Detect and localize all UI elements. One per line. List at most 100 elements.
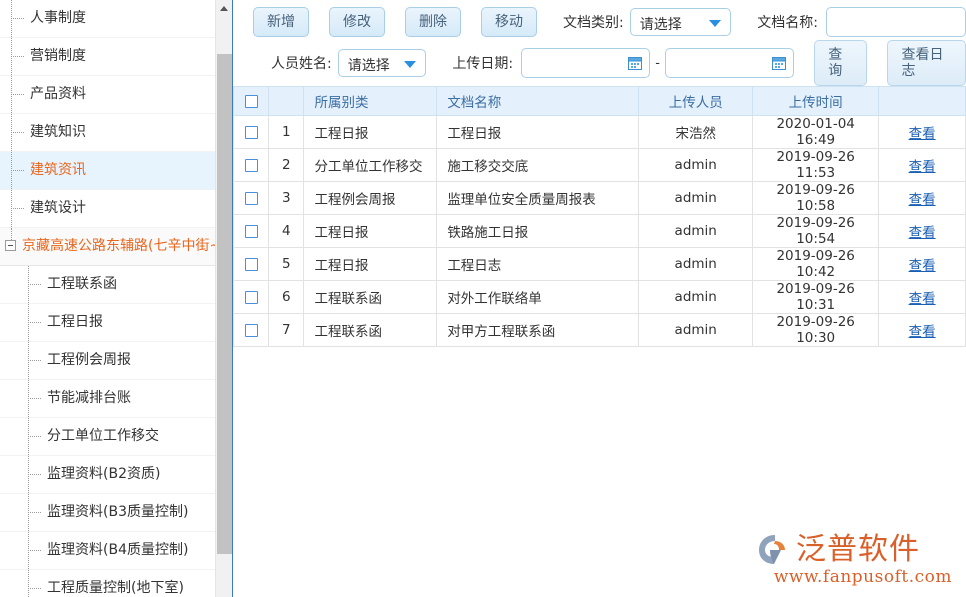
sidebar-item-0[interactable]: 人事制度 (0, 0, 215, 38)
view-link[interactable]: 查看 (909, 291, 936, 307)
scrollbar-thumb[interactable] (217, 54, 232, 554)
move-button[interactable]: 移动 (481, 7, 537, 37)
row-select-cell (234, 149, 269, 182)
sidebar-item-label: 监理资料(B3质量控制) (47, 504, 188, 520)
sidebar-scrollbar[interactable] (215, 0, 233, 597)
row-checkbox[interactable] (245, 192, 258, 205)
sidebar-item-label: 监理资料(B4质量控制) (47, 542, 188, 558)
row-upload-time: 2019-09-26 10:31 (753, 281, 879, 314)
upload-date-label: 上传日期: (452, 53, 513, 73)
upload-date-from-input[interactable] (521, 48, 650, 78)
fanpu-logo-icon (757, 533, 793, 566)
sidebar-project-label: 京藏高速公路东辅路(七辛中街~南? (22, 238, 215, 254)
collapse-icon[interactable] (5, 240, 16, 251)
table-row[interactable]: 6工程联系函对外工作联络单admin2019-09-26 10:31查看 (234, 281, 966, 314)
row-category: 工程联系函 (304, 281, 437, 314)
category-header[interactable]: 所属别类 (304, 87, 437, 116)
view-link[interactable]: 查看 (909, 192, 936, 208)
row-number-header (269, 87, 304, 116)
row-checkbox[interactable] (245, 126, 258, 139)
row-checkbox[interactable] (245, 258, 258, 271)
sidebar-item-label: 节能减排台账 (47, 390, 131, 406)
row-action-cell: 查看 (879, 281, 966, 314)
row-doc-name: 对外工作联络单 (437, 281, 639, 314)
sidebar-item-2[interactable]: 产品资料 (0, 76, 215, 114)
sidebar-child-0[interactable]: 工程联系函 (0, 266, 215, 304)
table-row[interactable]: 2分工单位工作移交施工移交交底admin2019-09-26 11:53查看 (234, 149, 966, 182)
select-all-checkbox[interactable] (245, 95, 258, 108)
query-button[interactable]: 查询 (814, 40, 867, 86)
person-name-select[interactable]: 请选择 (338, 49, 427, 77)
doc-name-input[interactable] (826, 7, 966, 37)
upload-date-to-input[interactable] (665, 48, 794, 78)
select-all-header (234, 87, 269, 116)
document-category-tree: 人事制度营销制度产品资料建筑知识建筑资讯建筑设计京藏高速公路东辅路(七辛中街~南… (0, 0, 215, 597)
sidebar-item-1[interactable]: 营销制度 (0, 38, 215, 76)
add-button[interactable]: 新增 (253, 7, 309, 37)
view-link[interactable]: 查看 (909, 126, 936, 142)
sidebar-item-label: 营销制度 (30, 48, 86, 64)
row-uploader: admin (639, 215, 753, 248)
row-doc-name: 工程日志 (437, 248, 639, 281)
sidebar-item-label: 建筑知识 (30, 124, 86, 140)
sidebar-child-4[interactable]: 分工单位工作移交 (0, 418, 215, 456)
scroll-up-arrow-icon[interactable] (216, 0, 233, 17)
row-category: 工程例会周报 (304, 182, 437, 215)
table-header-row: 所属别类 文档名称 上传人员 上传时间 (234, 87, 966, 116)
sidebar-project-node[interactable]: 京藏高速公路东辅路(七辛中街~南? (0, 228, 215, 266)
sidebar-child-2[interactable]: 工程例会周报 (0, 342, 215, 380)
sidebar-item-label: 监理资料(B2资质) (47, 466, 160, 482)
row-action-cell: 查看 (879, 182, 966, 215)
person-name-label: 人员姓名: (271, 53, 332, 73)
uploader-header[interactable]: 上传人员 (639, 87, 753, 116)
row-number: 2 (269, 149, 304, 182)
person-name-value: 请选择 (348, 55, 390, 75)
sidebar-item-3[interactable]: 建筑知识 (0, 114, 215, 152)
row-uploader: 宋浩然 (639, 116, 753, 149)
logo-url: www.fanpusoft.com (757, 567, 952, 587)
view-link[interactable]: 查看 (909, 324, 936, 340)
row-category: 工程日报 (304, 116, 437, 149)
sidebar-item-label: 产品资料 (30, 86, 86, 102)
sidebar-child-7[interactable]: 监理资料(B4质量控制) (0, 532, 215, 570)
table-row[interactable]: 5工程日报工程日志admin2019-09-26 10:42查看 (234, 248, 966, 281)
row-checkbox[interactable] (245, 324, 258, 337)
sidebar-child-3[interactable]: 节能减排台账 (0, 380, 215, 418)
table-row[interactable]: 7工程联系函对甲方工程联系函admin2019-09-26 10:30查看 (234, 314, 966, 347)
row-upload-time: 2019-09-26 10:42 (753, 248, 879, 281)
view-link[interactable]: 查看 (909, 258, 936, 274)
upload-time-header[interactable]: 上传时间 (753, 87, 879, 116)
sidebar-item-4[interactable]: 建筑资讯 (0, 152, 215, 190)
doc-name-header[interactable]: 文档名称 (437, 87, 639, 116)
delete-button[interactable]: 删除 (405, 7, 461, 37)
sidebar-child-5[interactable]: 监理资料(B2资质) (0, 456, 215, 494)
edit-button[interactable]: 修改 (329, 7, 385, 37)
sidebar-child-1[interactable]: 工程日报 (0, 304, 215, 342)
sidebar-child-6[interactable]: 监理资料(B3质量控制) (0, 494, 215, 532)
view-log-button[interactable]: 查看日志 (887, 40, 966, 86)
row-action-cell: 查看 (879, 314, 966, 347)
sidebar-item-5[interactable]: 建筑设计 (0, 190, 215, 228)
row-select-cell (234, 215, 269, 248)
row-doc-name: 铁路施工日报 (437, 215, 639, 248)
view-link[interactable]: 查看 (909, 159, 936, 175)
row-upload-time: 2019-09-26 11:53 (753, 149, 879, 182)
table-row[interactable]: 1工程日报工程日报宋浩然2020-01-04 16:49查看 (234, 116, 966, 149)
view-link[interactable]: 查看 (909, 225, 936, 241)
row-category: 分工单位工作移交 (304, 149, 437, 182)
table-row[interactable]: 3工程例会周报监理单位安全质量周报表admin2019-09-26 10:58查… (234, 182, 966, 215)
documents-table: 所属别类 文档名称 上传人员 上传时间 1工程日报工程日报宋浩然2020-01-… (233, 86, 966, 347)
row-checkbox[interactable] (245, 225, 258, 238)
row-checkbox[interactable] (245, 159, 258, 172)
application-window: 人事制度营销制度产品资料建筑知识建筑资讯建筑设计京藏高速公路东辅路(七辛中街~南… (0, 0, 966, 597)
doc-type-select[interactable]: 请选择 (630, 8, 732, 36)
table-row[interactable]: 4工程日报铁路施工日报admin2019-09-26 10:54查看 (234, 215, 966, 248)
doc-type-label: 文档类别: (563, 12, 624, 32)
row-number: 3 (269, 182, 304, 215)
row-select-cell (234, 281, 269, 314)
row-checkbox[interactable] (245, 291, 258, 304)
row-uploader: admin (639, 281, 753, 314)
sidebar-child-8[interactable]: 工程质量控制(地下室) (0, 570, 215, 597)
row-doc-name: 工程日报 (437, 116, 639, 149)
sidebar-item-label: 建筑设计 (30, 200, 86, 216)
